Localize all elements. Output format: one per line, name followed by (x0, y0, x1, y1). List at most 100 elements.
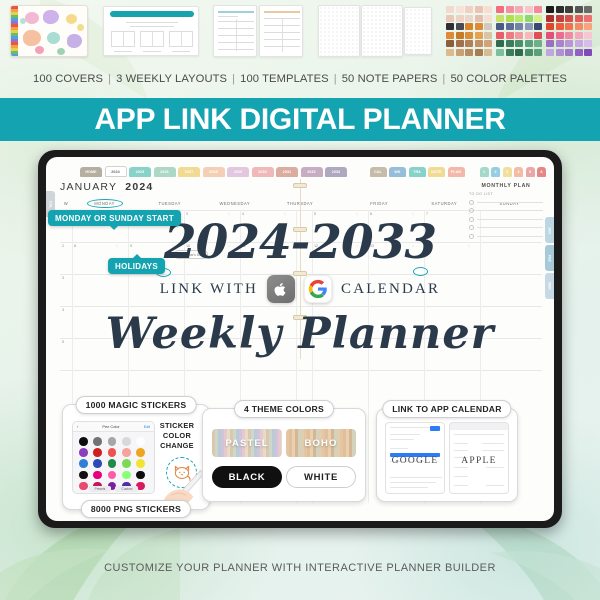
tab-presets[interactable]: Presets (88, 485, 112, 492)
app-calendar-card: LINK TO APP CALENDAR GOOGLE APPLE (376, 400, 518, 502)
todo-row[interactable] (469, 199, 543, 205)
planner-section-tab[interactable]: CAL (369, 166, 387, 177)
planner-mini-tab[interactable]: 2 (491, 166, 500, 177)
planner-year-tab[interactable]: 2030 (251, 166, 274, 177)
pen-color-swatch[interactable] (79, 470, 88, 480)
palette-swatch (555, 6, 564, 14)
pen-color-swatch[interactable] (121, 459, 131, 468)
pen-color-swatch[interactable] (79, 459, 88, 468)
palette-swatch (515, 23, 523, 31)
palette-swatch (565, 23, 573, 31)
theme-option-pastel[interactable]: PASTEL (212, 429, 282, 457)
palette-swatch (574, 48, 583, 56)
pen-panel-tabs[interactable]: Presets Custom (73, 485, 154, 492)
palette-swatch (465, 48, 473, 56)
planner-mini-tab[interactable]: 1 (479, 166, 489, 177)
planner-mini-tab[interactable]: 4 (514, 166, 523, 177)
palette-swatch (474, 48, 483, 56)
chevron-left-icon[interactable]: ‹ (77, 424, 78, 429)
palette-swatch (446, 23, 454, 31)
planner-year-tab[interactable]: 2024 (104, 166, 127, 177)
planner-nav-tabs[interactable]: HOME 2024 2025 2026 2027 2028 2029 2030 2031 2032… (80, 166, 546, 177)
pen-color-swatch[interactable] (107, 448, 117, 457)
todo-row[interactable] (469, 208, 543, 213)
thumbnail-weekly-layouts (102, 6, 199, 56)
palette-swatch (565, 14, 573, 22)
sticker-color-change-line: CHANGE (160, 440, 194, 450)
planner-section-tab[interactable]: TRA (408, 166, 426, 177)
planner-year-tab[interactable]: 2028 (202, 166, 225, 177)
planner-section-tab[interactable]: PLAN (447, 166, 465, 177)
theme-black-label: BLACK (228, 471, 266, 483)
planner-mini-tab[interactable]: 6 (537, 166, 546, 177)
pen-color-swatch[interactable] (93, 437, 102, 446)
todo-checkbox[interactable] (469, 208, 474, 213)
palette-swatch (474, 6, 483, 14)
weekday-label: W (63, 201, 69, 206)
palette-swatch (505, 40, 514, 48)
pen-color-swatch[interactable] (79, 437, 88, 446)
planner-year-tab[interactable]: 2031 (276, 166, 298, 177)
thumbnail-color-palettes (446, 6, 592, 56)
pen-color-swatch[interactable] (136, 470, 145, 480)
palette-swatch (455, 6, 464, 14)
palette-swatch (515, 31, 523, 39)
palette-swatch (584, 23, 592, 31)
planner-mini-tab[interactable]: 3 (502, 166, 512, 177)
spiral-binding-icon (11, 6, 18, 56)
pen-color-swatch[interactable] (107, 437, 117, 446)
planner-year-tab[interactable]: 2032 (300, 166, 323, 177)
pen-color-swatch[interactable] (121, 448, 131, 457)
thumbnail-note-papers (317, 5, 432, 57)
planner-year-tab[interactable]: 2029 (227, 166, 249, 177)
feature-separator: | (442, 73, 446, 85)
palette-swatch (484, 48, 492, 56)
pen-color-panel[interactable]: ‹ Pen Color Edit Presets Custom (72, 421, 155, 494)
planner-mini-tab[interactable]: 5 (525, 166, 535, 177)
calendar-label: CALENDAR (340, 280, 441, 297)
app-calendar-label: LINK TO APP CALENDAR (382, 400, 512, 418)
planner-year-tab[interactable]: 2033 (325, 166, 347, 177)
planner-section-tab[interactable]: NOTE (428, 166, 445, 177)
pen-color-swatch[interactable] (107, 459, 117, 468)
pen-color-swatch[interactable] (93, 459, 102, 468)
pen-color-swatch[interactable] (107, 470, 117, 480)
theme-boho-label: BOHO (304, 437, 338, 449)
pen-color-swatch[interactable] (136, 448, 145, 457)
link-with-label: LINK WITH (159, 280, 258, 297)
pen-color-swatch[interactable] (121, 470, 131, 480)
palette-swatch (496, 6, 504, 14)
thumbnail-floral-cover (10, 5, 88, 57)
pen-color-swatch[interactable] (136, 437, 145, 446)
palette-swatch (555, 40, 564, 48)
theme-option-black[interactable]: BLACK (212, 466, 282, 488)
feature-item: 3 WEEKLY LAYOUTS (116, 73, 228, 85)
pen-color-swatch[interactable] (79, 448, 88, 457)
tab-custom[interactable]: Custom (115, 485, 139, 492)
pen-color-swatch[interactable] (93, 470, 102, 480)
footer-tagline: CUSTOMIZE YOUR PLANNER WITH INTERACTIVE … (104, 562, 496, 574)
planner-year-tab[interactable]: 2025 (129, 166, 151, 177)
monday-highlight-ring (86, 199, 123, 208)
pen-color-swatch[interactable] (121, 437, 131, 446)
apple-calendar-screenshot: APPLE (449, 422, 509, 494)
theme-option-boho[interactable]: BOHO (286, 429, 356, 457)
palette-swatch-grid (546, 6, 592, 56)
planner-year-tab[interactable]: HOME (80, 166, 102, 177)
planner-year-tab[interactable]: 2026 (153, 166, 176, 177)
planner-year-tab[interactable]: 2027 (178, 166, 200, 177)
palette-swatch (574, 40, 583, 48)
palette-swatch (505, 48, 514, 56)
palette-swatch (534, 48, 542, 56)
palette-swatch (584, 31, 592, 39)
todo-checkbox[interactable] (469, 199, 474, 205)
theme-option-white[interactable]: WHITE (286, 466, 356, 488)
pen-color-swatch[interactable] (136, 459, 145, 468)
planner-section-tab[interactable]: WK (389, 166, 406, 177)
google-shot-label: GOOGLE (391, 455, 439, 466)
palette-swatch (455, 14, 464, 22)
pen-color-swatch[interactable] (93, 448, 102, 457)
theme-colors-card: 4 THEME COLORS PASTEL BOHO BLACK WHITE (202, 400, 366, 502)
palette-swatch (465, 31, 473, 39)
pen-panel-edit-button[interactable]: Edit (144, 425, 150, 429)
